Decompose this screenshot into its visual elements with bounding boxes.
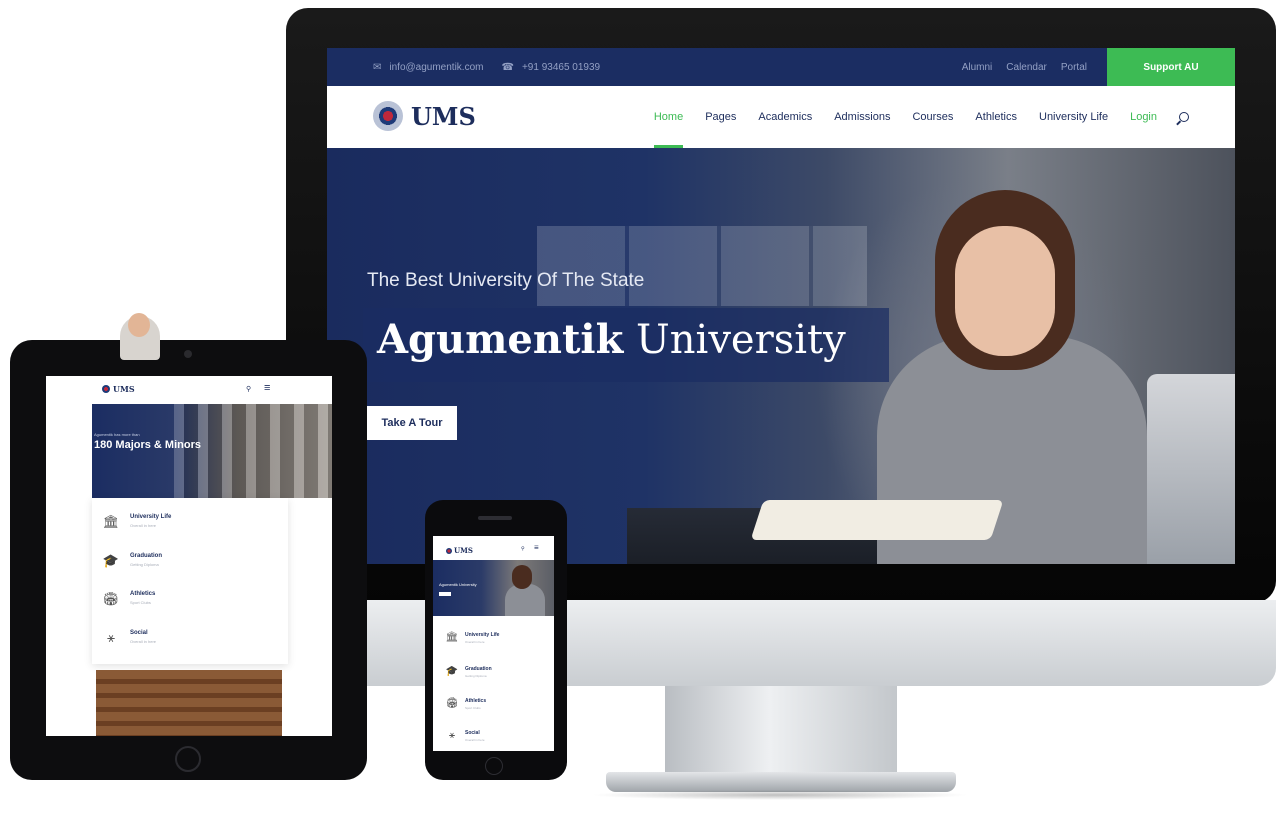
- brand-name: UMS: [411, 101, 476, 131]
- tablet-screen: UMS ⚲ ≡ Agumentik has more than 180 Majo…: [46, 376, 332, 736]
- tablet-brand-name: UMS: [113, 384, 135, 394]
- phone-home-button[interactable]: [485, 757, 503, 775]
- tablet-home-button[interactable]: [175, 746, 201, 772]
- feature-title: Social: [130, 630, 148, 636]
- site-logo[interactable]: UMS: [373, 101, 476, 131]
- tablet-feature-graduation[interactable]: 🎓 Graduation Getting Diploma: [102, 553, 162, 569]
- tablet-feature-social[interactable]: ⚹ Social Overall in here: [102, 630, 156, 646]
- search-icon[interactable]: ⚲: [521, 546, 525, 552]
- search-icon[interactable]: [1179, 112, 1189, 122]
- stadium-icon: 🏟: [102, 591, 120, 606]
- top-contact-bar: ✉ info@agumentik.com ☎ +91 93465 01939 A…: [327, 48, 1235, 86]
- phone-tour-button[interactable]: [439, 592, 451, 596]
- top-link-calendar[interactable]: Calendar: [1006, 62, 1047, 73]
- phone-logo[interactable]: UMS: [446, 546, 473, 555]
- contact-info: ✉ info@agumentik.com ☎ +91 93465 01939: [373, 48, 600, 86]
- feature-subtitle: Getting Diploma: [465, 674, 487, 678]
- graduation-cap-icon: 🎓: [445, 666, 459, 677]
- nav-item-athletics[interactable]: Athletics: [975, 86, 1017, 148]
- feature-title: Athletics: [130, 591, 156, 597]
- tablet-hero-kicker: Agumentik has more than: [94, 432, 140, 437]
- primary-nav: Home Pages Academics Admissions Courses …: [653, 86, 1189, 148]
- login-link[interactable]: Login: [1130, 86, 1157, 148]
- nav-item-academics[interactable]: Academics: [758, 86, 812, 148]
- top-utility-links: Alumni Calendar Portal: [962, 48, 1087, 86]
- tablet-navbar: UMS ⚲ ≡: [46, 376, 332, 404]
- nav-item-university-life[interactable]: University Life: [1039, 86, 1108, 148]
- feature-title: Graduation: [465, 666, 492, 672]
- library-shelves-backdrop: [537, 226, 867, 306]
- hero-subtitle: The Best University Of The State: [367, 270, 645, 291]
- support-button[interactable]: Support AU: [1107, 48, 1235, 86]
- tablet-feature-university-life[interactable]: 🏛 University Life Overall in here: [102, 514, 172, 530]
- building-icon: 🏛: [445, 632, 459, 643]
- monitor-stand-neck: [665, 686, 897, 778]
- feature-subtitle: Getting Diploma: [130, 562, 159, 567]
- network-icon: ⚹: [107, 630, 115, 645]
- phone-icon: ☎: [501, 61, 514, 73]
- nav-item-courses[interactable]: Courses: [912, 86, 953, 148]
- monitor-stand-base: [606, 772, 956, 792]
- crest-icon: [373, 101, 403, 131]
- feature-subtitle: Overall in here: [465, 640, 485, 644]
- tablet-feature-athletics[interactable]: 🏟 Athletics Sport Clubs: [102, 591, 156, 607]
- hero-title: Agumentik University: [377, 316, 846, 363]
- feature-title: Graduation: [130, 553, 163, 559]
- feature-subtitle: Sport Clubs: [465, 706, 481, 710]
- nav-item-home[interactable]: Home: [653, 86, 684, 148]
- phone-feature-graduation[interactable]: 🎓 Graduation Getting Diploma: [445, 666, 492, 678]
- phone-brand-name: UMS: [454, 546, 473, 555]
- desktop-screen: ✉ info@agumentik.com ☎ +91 93465 01939 A…: [327, 48, 1235, 564]
- phone-hero-title: Agumentik University: [439, 582, 477, 587]
- nav-item-admissions[interactable]: Admissions: [834, 86, 890, 148]
- monitor-stand-shadow: [590, 790, 970, 800]
- tablet-camera: [184, 350, 192, 358]
- tablet-logo[interactable]: UMS: [102, 384, 135, 394]
- envelope-icon: ✉: [373, 61, 382, 73]
- graduation-cap-icon: 🎓: [102, 553, 120, 568]
- contact-phone[interactable]: +91 93465 01939: [522, 62, 600, 73]
- colonnade-backdrop: [174, 404, 332, 498]
- crest-icon: [446, 547, 452, 554]
- feature-title: Athletics: [465, 698, 487, 704]
- top-link-portal[interactable]: Portal: [1061, 62, 1087, 73]
- professor-face: [128, 313, 150, 337]
- top-link-alumni[interactable]: Alumni: [962, 62, 993, 73]
- hamburger-menu-icon[interactable]: ≡: [264, 382, 270, 394]
- tablet-hero-title: 180 Majors & Minors: [94, 439, 201, 451]
- feature-title: Social: [465, 730, 480, 736]
- main-navbar: UMS Home Pages Academics Admissions Cour…: [327, 86, 1235, 148]
- feature-subtitle: Overall in here: [130, 523, 157, 528]
- hero-title-bold: Agumentik: [377, 316, 624, 363]
- phone-feature-social[interactable]: ⚹ Social Overall in here: [445, 730, 485, 742]
- laptop: [1147, 374, 1235, 564]
- feature-subtitle: Sport Clubs: [130, 600, 151, 605]
- hero-title-light: University: [636, 317, 846, 363]
- feature-subtitle: Overall in here: [465, 738, 485, 742]
- search-icon[interactable]: ⚲: [246, 385, 251, 393]
- student-body: [505, 584, 545, 616]
- lecture-hall-photo: [96, 670, 282, 736]
- feature-title: University Life: [130, 514, 172, 520]
- phone-speaker: [478, 516, 512, 520]
- nav-item-pages[interactable]: Pages: [705, 86, 736, 148]
- building-icon: 🏛: [102, 514, 120, 529]
- phone-screen: UMS ⚲ ≡ Agumentik University 🏛 Universit…: [433, 536, 554, 751]
- phone-feature-athletics[interactable]: 🏟 Athletics Sport Clubs: [445, 698, 486, 710]
- feature-subtitle: Overall in here: [130, 639, 157, 644]
- network-icon: ⚹: [449, 730, 455, 741]
- feature-title: University Life: [465, 632, 500, 638]
- phone-feature-university-life[interactable]: 🏛 University Life Overall in here: [445, 632, 500, 644]
- student-hair: [512, 565, 532, 589]
- contact-email[interactable]: info@agumentik.com: [389, 62, 483, 73]
- stadium-icon: 🏟: [445, 698, 459, 709]
- crest-icon: [102, 385, 110, 393]
- take-a-tour-button[interactable]: Take A Tour: [367, 406, 457, 440]
- hamburger-menu-icon[interactable]: ≡: [534, 543, 539, 552]
- phone-navbar: UMS ⚲ ≡: [433, 536, 554, 560]
- student-face: [955, 226, 1055, 356]
- open-book: [750, 500, 1004, 540]
